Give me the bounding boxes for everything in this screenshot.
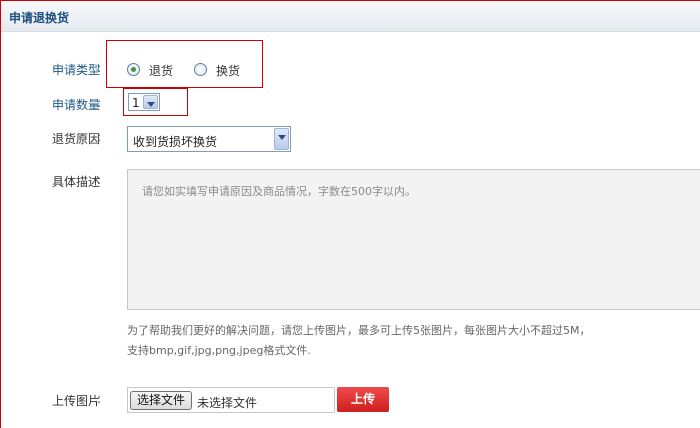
reason-label: 退货原因 bbox=[51, 132, 100, 146]
upload-label: 上传图片 bbox=[51, 394, 100, 408]
upload-colon: : bbox=[97, 392, 102, 406]
reason-colon: : bbox=[97, 130, 102, 144]
no-file-text: 未选择文件 bbox=[197, 396, 258, 410]
reason-value: 收到货损坏换货 bbox=[133, 135, 218, 149]
description-placeholder: 请您如实填写申请原因及商品情况，字数在500字以内。 bbox=[142, 185, 416, 198]
description-colon: : bbox=[97, 173, 102, 187]
chevron-down-icon[interactable] bbox=[274, 128, 289, 150]
request-type-colon: : bbox=[97, 61, 102, 75]
radio-exchange[interactable] bbox=[194, 63, 207, 76]
quantity-colon: : bbox=[97, 96, 102, 110]
chevron-down-icon[interactable] bbox=[143, 95, 158, 109]
description-textarea[interactable]: 请您如实填写申请原因及商品情况，字数在500字以内。 bbox=[127, 169, 700, 310]
quantity-value: 1 bbox=[132, 96, 140, 110]
upload-hint-line2: 支持bmp,gif,jpg,png,jpeg格式文件. bbox=[127, 344, 311, 357]
radio-return[interactable] bbox=[127, 63, 140, 76]
quantity-select[interactable]: 1 bbox=[128, 93, 160, 111]
choose-file-button[interactable]: 选择文件 bbox=[130, 391, 192, 410]
upload-hint-line1: 为了帮助我们更好的解决问题，请您上传图片，最多可上传5张图片，每张图片大小不超过… bbox=[127, 324, 591, 337]
upload-button[interactable]: 上传 bbox=[337, 387, 389, 412]
file-input[interactable]: 选择文件 未选择文件 bbox=[127, 387, 335, 413]
page-title: 申请退换货 bbox=[9, 11, 70, 25]
quantity-label: 申请数量 bbox=[51, 98, 100, 112]
panel-header: 申请退换货 bbox=[1, 1, 700, 32]
request-type-label: 申请类型 bbox=[51, 63, 100, 77]
radio-exchange-label[interactable]: 换货 bbox=[216, 62, 240, 79]
radio-return-label[interactable]: 退货 bbox=[149, 62, 173, 79]
description-label: 具体描述 bbox=[51, 175, 100, 189]
reason-select[interactable]: 收到货损坏换货 bbox=[127, 126, 291, 152]
